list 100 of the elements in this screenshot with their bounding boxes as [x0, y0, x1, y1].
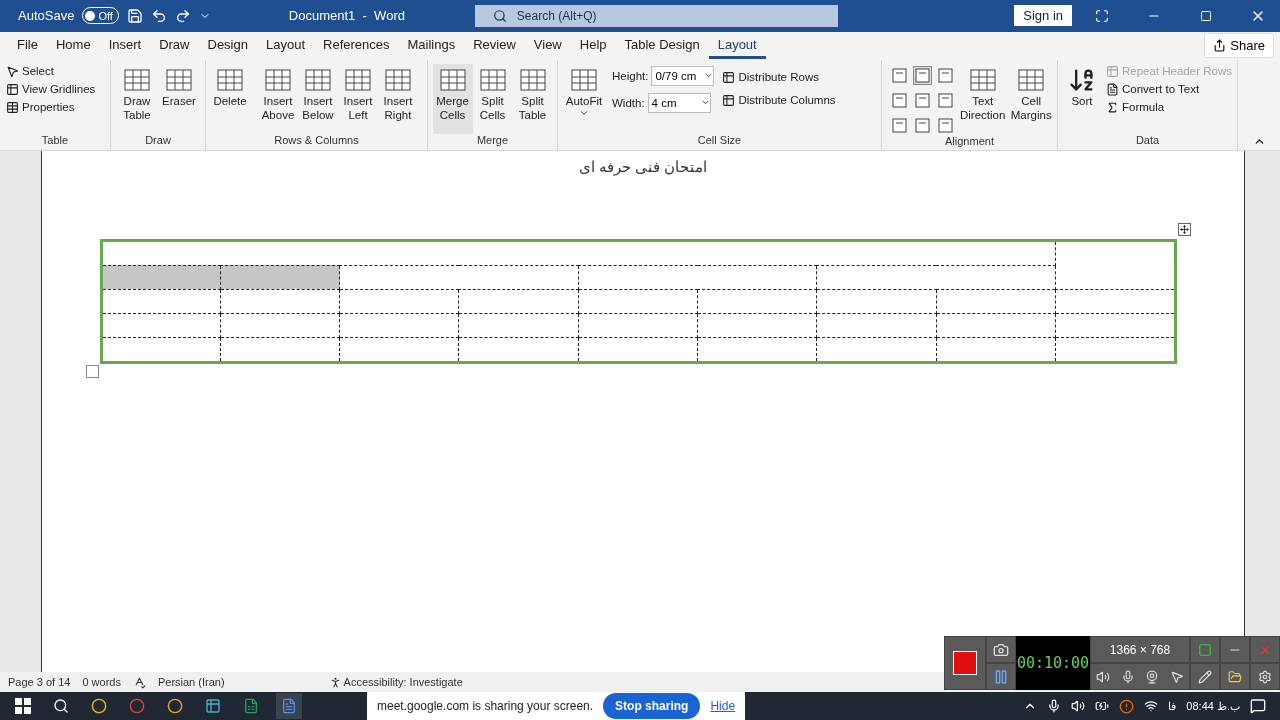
- table-cell[interactable]: [220, 337, 340, 363]
- hide-link[interactable]: Hide: [710, 699, 736, 714]
- ribbon-button[interactable]: Distribute Columns: [720, 92, 838, 108]
- ribbon-button[interactable]: Formula: [1104, 99, 1234, 115]
- camera-icon[interactable]: [986, 636, 1016, 663]
- table-cell[interactable]: [459, 337, 579, 363]
- stop-record-button[interactable]: [953, 651, 977, 675]
- table-resize-handle[interactable]: [85, 364, 99, 378]
- align-button[interactable]: [890, 65, 909, 85]
- ribbon-button[interactable]: Eraser: [159, 63, 199, 134]
- pencil-icon[interactable]: [1190, 663, 1220, 690]
- accessibility-status[interactable]: Accessibility: Investigate: [343, 676, 463, 689]
- align-button[interactable]: [913, 65, 932, 85]
- table-cell[interactable]: [101, 240, 1056, 266]
- save-icon[interactable]: [126, 7, 143, 24]
- table-cell[interactable]: [936, 289, 1056, 314]
- ribbon-tab[interactable]: Help: [570, 32, 616, 59]
- autofit-button[interactable]: AutoFit: [562, 63, 606, 134]
- ribbon-tab[interactable]: Home: [46, 32, 100, 59]
- ribbon-tab[interactable]: Draw: [150, 32, 199, 59]
- settings-icon[interactable]: [1250, 663, 1280, 690]
- word-count[interactable]: 0 words: [82, 676, 121, 689]
- table-cell[interactable]: [578, 313, 698, 338]
- ribbon-tab[interactable]: Review: [464, 32, 525, 59]
- pause-icon[interactable]: [986, 663, 1016, 690]
- align-button[interactable]: [890, 115, 909, 135]
- ribbon-button[interactable]: Draw Table: [117, 63, 157, 134]
- share-button[interactable]: Share: [1204, 33, 1274, 59]
- table-move-handle[interactable]: [1177, 222, 1191, 236]
- redo-icon[interactable]: [174, 7, 191, 24]
- table-cell[interactable]: [697, 337, 817, 363]
- table-cell[interactable]: [578, 265, 817, 290]
- table-cell[interactable]: [697, 289, 817, 314]
- ribbon-button[interactable]: View Gridlines: [4, 81, 98, 97]
- fullscreen-icon[interactable]: [1190, 636, 1220, 663]
- ribbon-button[interactable]: Insert Right: [378, 63, 418, 134]
- ribbon-tab[interactable]: View: [524, 32, 571, 59]
- ribbon-tab[interactable]: Insert: [99, 32, 151, 59]
- ribbon-tab[interactable]: References: [314, 32, 399, 59]
- align-button[interactable]: [936, 115, 955, 135]
- search-field[interactable]: Search (Alt+Q): [474, 4, 838, 27]
- align-button[interactable]: [913, 90, 932, 110]
- ribbon-button[interactable]: Merge Cells: [432, 63, 473, 134]
- ribbon-button[interactable]: Insert Below: [298, 63, 338, 134]
- ribbon-button[interactable]: Delete: [210, 63, 250, 134]
- sign-in-button[interactable]: Sign in: [1014, 5, 1072, 27]
- table-cell[interactable]: [459, 313, 579, 338]
- ribbon-tab[interactable]: Layout: [256, 32, 314, 59]
- table-cell[interactable]: [339, 265, 579, 290]
- table-cell[interactable]: [1055, 240, 1175, 290]
- table-cell[interactable]: [816, 337, 937, 363]
- folder-icon[interactable]: [1220, 663, 1250, 690]
- language-indicator[interactable]: Persian (Iran): [157, 676, 225, 689]
- align-button[interactable]: [913, 115, 932, 135]
- align-button[interactable]: [936, 65, 955, 85]
- sort-button[interactable]: Sort: [1068, 63, 1096, 134]
- table-cell[interactable]: [816, 289, 937, 314]
- clock[interactable]: 08:44 ب.ظ: [1186, 699, 1240, 713]
- ribbon-tab[interactable]: File: [8, 32, 47, 59]
- table-cell[interactable]: [1055, 289, 1175, 314]
- table-cell[interactable]: [578, 337, 698, 363]
- undo-icon[interactable]: [150, 7, 167, 24]
- ribbon-button[interactable]: Split Table: [512, 63, 553, 134]
- input-language[interactable]: فا: [1168, 699, 1177, 713]
- ribbon-button[interactable]: Insert Left: [338, 63, 378, 134]
- height-field[interactable]: 0/79 cm: [651, 65, 715, 86]
- table-cell[interactable]: [936, 337, 1056, 363]
- table-cell[interactable]: [459, 289, 579, 314]
- table-cell[interactable]: [697, 313, 817, 338]
- table-cell[interactable]: [816, 265, 1056, 290]
- align-button[interactable]: [936, 90, 955, 110]
- page-count[interactable]: Page 3 of 14: [8, 676, 71, 689]
- ribbon-button[interactable]: Distribute Rows: [720, 69, 838, 85]
- ribbon-button[interactable]: Text Direction: [960, 63, 1006, 135]
- ribbon-button[interactable]: Insert Above: [258, 63, 298, 134]
- ribbon-button[interactable]: Select: [4, 63, 98, 79]
- table-cell[interactable]: [578, 289, 698, 314]
- table-cell[interactable]: [220, 313, 340, 338]
- table-cell[interactable]: [101, 337, 221, 363]
- table-cell[interactable]: [220, 265, 340, 290]
- ribbon-button[interactable]: Convert to Text: [1104, 81, 1234, 97]
- table-cell[interactable]: [339, 337, 459, 363]
- table-cell[interactable]: [816, 313, 937, 338]
- table-cell[interactable]: [101, 289, 221, 314]
- table-cell[interactable]: [339, 313, 459, 338]
- ribbon-button[interactable]: Properties: [4, 99, 98, 115]
- word-icon[interactable]: [276, 693, 302, 719]
- ribbon-tab[interactable]: Table Design: [615, 32, 709, 59]
- ribbon-tab[interactable]: Layout: [708, 32, 766, 59]
- table-cell[interactable]: [220, 289, 340, 314]
- table-cell[interactable]: [101, 265, 221, 290]
- ribbon-tab[interactable]: Mailings: [398, 32, 465, 59]
- table-cell[interactable]: [936, 313, 1056, 338]
- width-field[interactable]: 4 cm: [647, 92, 711, 113]
- table-cell[interactable]: [1055, 313, 1175, 338]
- table-cell[interactable]: [339, 289, 459, 314]
- align-button[interactable]: [890, 90, 909, 110]
- ribbon-button[interactable]: Cell Margins: [1009, 63, 1053, 135]
- ribbon-button[interactable]: Split Cells: [472, 63, 513, 134]
- ribbon-tab[interactable]: Design: [198, 32, 257, 59]
